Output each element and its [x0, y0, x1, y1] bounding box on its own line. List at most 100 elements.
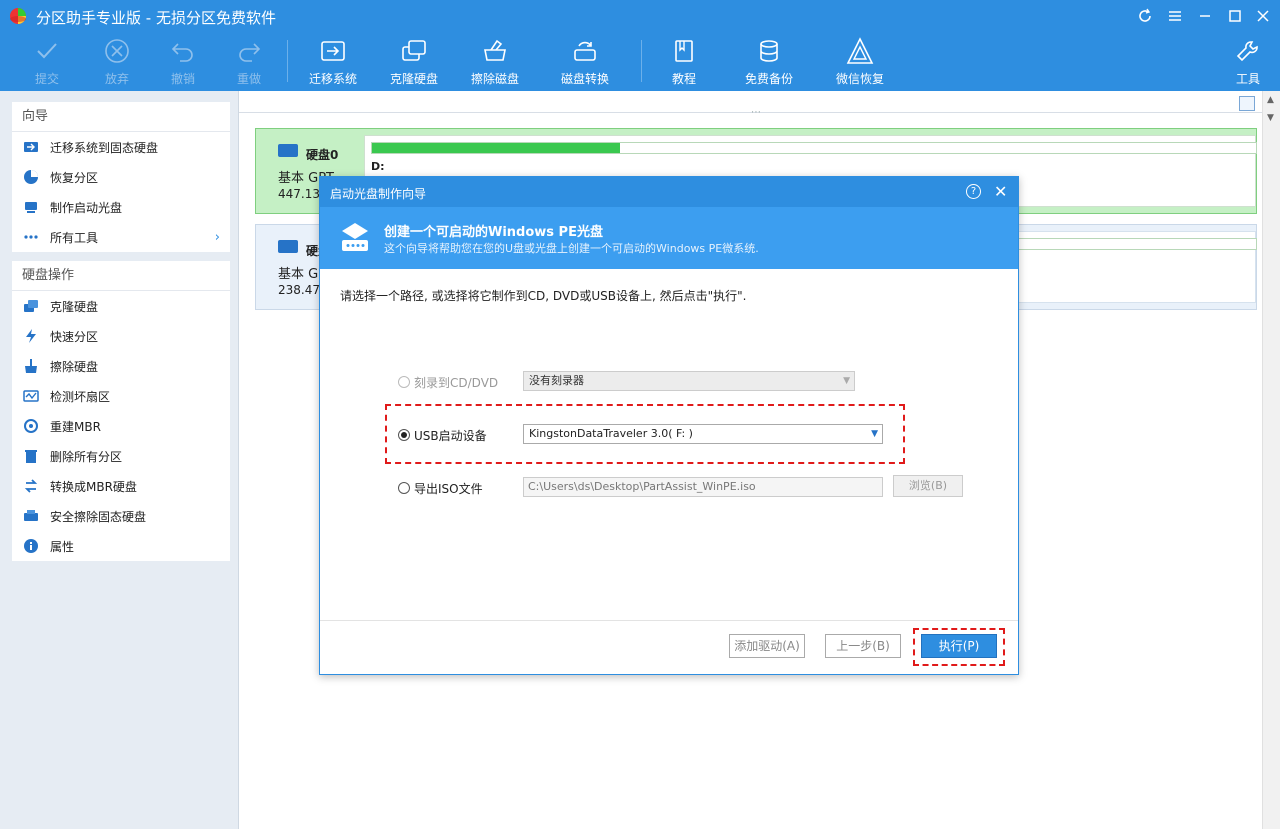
sidebar-item-restore-partition[interactable]: 恢复分区 [12, 162, 230, 192]
iso-path-input[interactable]: C:\Users\ds\Desktop\PartAssist_WinPE.iso [523, 477, 883, 497]
sidebar-item-quick-partition[interactable]: 快速分区 [12, 321, 230, 351]
dialog-title: 启动光盘制作向导 [330, 187, 427, 201]
disk-name: 硬盘0 [306, 148, 339, 162]
cd-dvd-label: 刻录到CD/DVD [414, 375, 499, 390]
dialog-banner: 创建一个可启动的Windows PE光盘 这个向导将帮助您在您的U盘或光盘上创建… [320, 207, 1018, 269]
wechat-recovery-icon [845, 36, 875, 66]
sidebar-item-wipe-disk[interactable]: 擦除硬盘 [12, 351, 230, 381]
app-logo-icon [10, 8, 26, 24]
disk-ops-group: 硬盘操作 克隆硬盘 快速分区 擦除硬盘 检测坏扇区 重建MBR 删除所有分区 转… [12, 261, 230, 561]
sidebar-item-boot-disc[interactable]: 制作启动光盘 [12, 192, 230, 222]
cd-dvd-radio[interactable] [398, 376, 410, 388]
sidebar-item-label: 安全擦除固态硬盘 [50, 509, 147, 524]
migrate-icon [22, 138, 40, 156]
sidebar-item-label: 快速分区 [50, 329, 99, 344]
minimize-icon[interactable] [1192, 4, 1218, 28]
wechat-recovery-button[interactable]: 微信恢复 [830, 36, 890, 88]
more-dots-icon [22, 228, 40, 246]
undo-button[interactable]: 撤销 [163, 36, 203, 88]
cd-dvd-select-value: 没有刻录器 [529, 374, 584, 387]
cd-dvd-option[interactable]: 刻录到CD/DVD [398, 371, 498, 393]
disk-convert-button[interactable]: 磁盘转换 [555, 36, 615, 88]
partition-usage-bar [371, 142, 1257, 154]
secure-erase-icon [22, 507, 40, 525]
wipe-disk-icon [480, 36, 510, 66]
sidebar-item-label: 克隆硬盘 [50, 299, 99, 314]
sidebar-item-label: 检测坏扇区 [50, 389, 111, 404]
rebuild-mbr-icon [22, 417, 40, 435]
commit-button[interactable]: 提交 [27, 36, 67, 88]
toolbar-separator [287, 40, 288, 82]
iso-radio[interactable] [398, 482, 410, 494]
sidebar-item-properties[interactable]: 属性 [12, 531, 230, 561]
disk-ops-title: 硬盘操作 [12, 261, 230, 291]
boot-disc-wizard-dialog: 启动光盘制作向导 ? ✕ 创建一个可启动的Windows PE光盘 这个向导将帮… [319, 176, 1019, 675]
banner-title: 创建一个可启动的Windows PE光盘 [384, 225, 603, 240]
sidebar-item-label: 恢复分区 [50, 170, 99, 185]
sidebar-item-rebuild-mbr[interactable]: 重建MBR [12, 411, 230, 441]
undo-icon [168, 36, 198, 66]
sidebar-item-all-tools[interactable]: 所有工具 › [12, 222, 230, 252]
disk-convert-icon [570, 36, 600, 66]
clone-disk-button[interactable]: 克隆硬盘 [384, 36, 444, 88]
panel-splitter[interactable]: ⋯ [239, 91, 1262, 118]
highlight-usb-option [385, 404, 905, 464]
help-icon[interactable]: ? [966, 184, 981, 199]
sidebar-item-label: 转换成MBR硬盘 [50, 479, 137, 494]
sidebar-item-label: 删除所有分区 [50, 449, 123, 464]
app-title: 分区助手专业版 - 无损分区免费软件 [36, 9, 276, 27]
top-bar: 分区助手专业版 - 无损分区免费软件 提交 放弃 撤销 重做 迁移系统 克隆硬盘… [0, 0, 1280, 91]
book-icon [669, 36, 699, 66]
redo-icon [234, 36, 264, 66]
sidebar-item-check-bad-sectors[interactable]: 检测坏扇区 [12, 381, 230, 411]
sidebar-item-label: 擦除硬盘 [50, 359, 99, 374]
disk-type: 基本 G [278, 267, 319, 282]
disk-size: 447.13 [278, 187, 320, 201]
info-icon [22, 537, 40, 555]
menu-icon[interactable] [1162, 4, 1188, 28]
backup-icon [754, 36, 784, 66]
title-bar: 分区助手专业版 - 无损分区免费软件 [0, 0, 1280, 32]
cd-dvd-select[interactable]: 没有刻录器 ▼ [523, 371, 855, 391]
chevron-down-icon: ▼ [843, 376, 850, 386]
highlight-execute-button [913, 628, 1005, 666]
maximize-icon[interactable] [1222, 4, 1248, 28]
pie-restore-icon [22, 168, 40, 186]
sidebar-item-convert-mbr[interactable]: 转换成MBR硬盘 [12, 471, 230, 501]
tools-button[interactable]: 工具 [1230, 36, 1266, 88]
sidebar-item-clone-disk[interactable]: 克隆硬盘 [12, 291, 230, 321]
scroll-down-icon[interactable]: ▼ [1267, 113, 1274, 123]
left-panel: 向导 迁移系统到固态硬盘 恢复分区 制作启动光盘 所有工具 › 硬盘操作 克隆硬… [0, 91, 239, 829]
view-toggle-icon[interactable] [1239, 96, 1255, 111]
toolbar: 提交 放弃 撤销 重做 迁移系统 克隆硬盘 擦除磁盘 磁盘转换 教程 免费备份 … [0, 32, 1280, 91]
sidebar-item-delete-all-partitions[interactable]: 删除所有分区 [12, 441, 230, 471]
convert-icon [22, 477, 40, 495]
wipe-disk-button[interactable]: 擦除磁盘 [465, 36, 525, 88]
migrate-os-button[interactable]: 迁移系统 [303, 36, 363, 88]
cancel-circle-icon [102, 36, 132, 66]
browse-button[interactable]: 浏览(B) [893, 475, 963, 497]
dialog-footer-divider [320, 620, 1018, 621]
wizard-title: 向导 [12, 102, 230, 132]
vertical-scrollbar[interactable]: ▲ ▼ [1262, 91, 1280, 829]
banner-subtitle: 这个向导将帮助您在您的U盘或光盘上创建一个可启动的Windows PE微系统. [384, 242, 759, 255]
iso-option[interactable]: 导出ISO文件 [398, 477, 483, 499]
back-button[interactable]: 上一步(B) [825, 634, 901, 658]
free-backup-button[interactable]: 免费备份 [739, 36, 799, 88]
toolbar-separator [641, 40, 642, 82]
refresh-icon[interactable] [1132, 4, 1158, 28]
delete-all-icon [22, 447, 40, 465]
sidebar-item-secure-erase-ssd[interactable]: 安全擦除固态硬盘 [12, 501, 230, 531]
sidebar-item-label: 所有工具 [50, 230, 99, 245]
scroll-up-icon[interactable]: ▲ [1267, 95, 1274, 105]
dialog-close-icon[interactable]: ✕ [994, 182, 1007, 201]
clone-icon [22, 297, 40, 315]
sidebar-item-migrate-ssd[interactable]: 迁移系统到固态硬盘 [12, 132, 230, 162]
discard-button[interactable]: 放弃 [97, 36, 137, 88]
sector-check-icon [22, 387, 40, 405]
partition-usage-fill [372, 143, 620, 153]
redo-button[interactable]: 重做 [229, 36, 269, 88]
add-driver-button[interactable]: 添加驱动(A) [729, 634, 805, 658]
close-icon[interactable] [1250, 4, 1276, 28]
tutorial-button[interactable]: 教程 [662, 36, 706, 88]
